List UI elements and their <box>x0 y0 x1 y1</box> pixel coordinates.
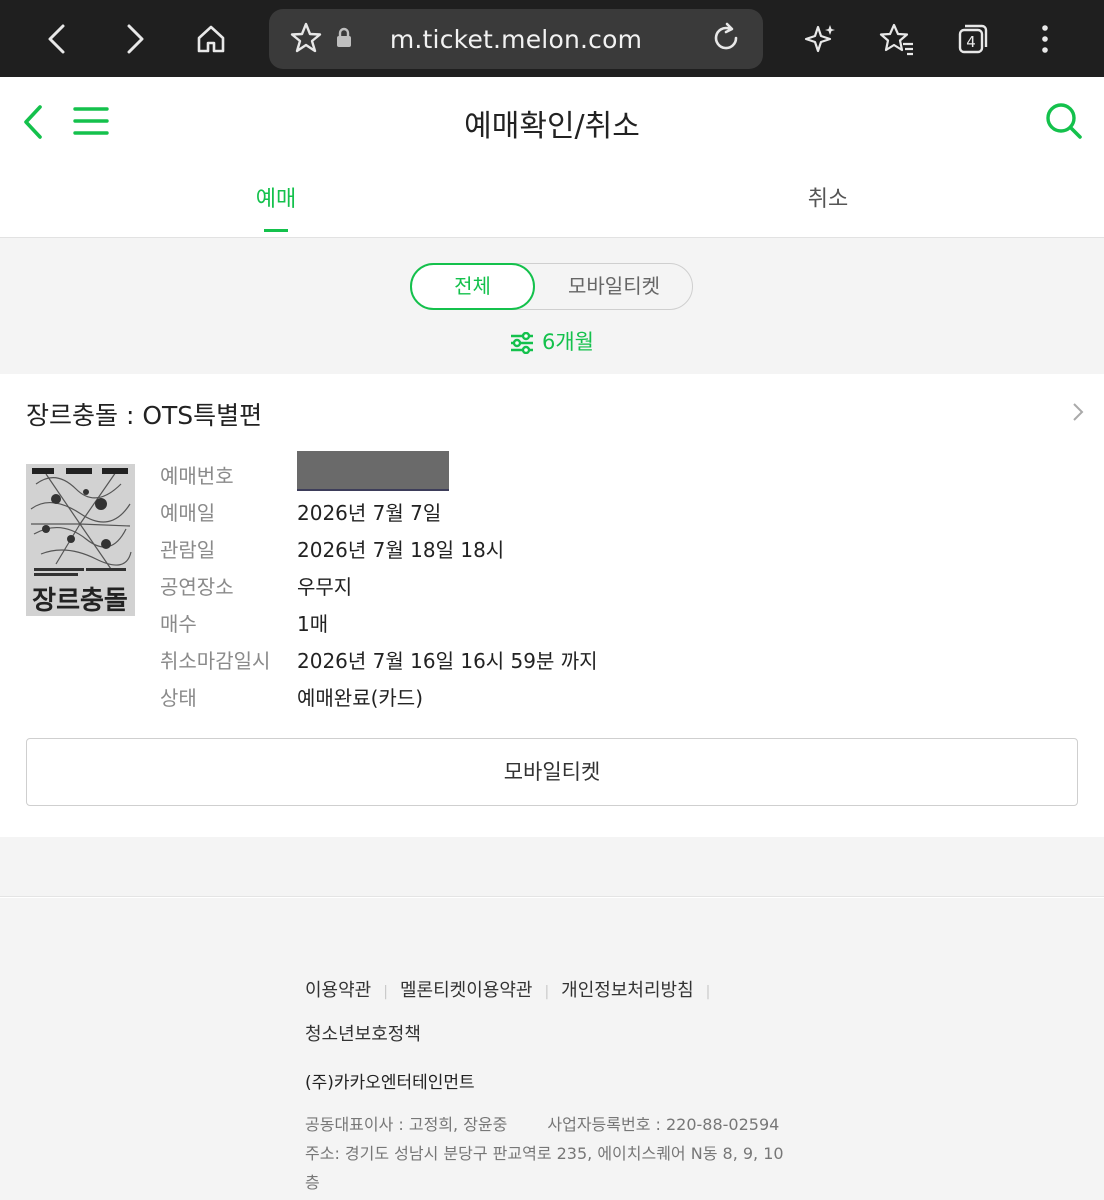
detail-row-venue: 공연장소 우무지 <box>160 567 598 604</box>
filter-sliders-icon <box>510 331 533 355</box>
footer-link-ticket-terms[interactable]: 멜론티켓이용약관 <box>400 980 532 1001</box>
filter-area: 전체 모바일티켓 6개월 <box>0 238 1104 374</box>
footer-link-privacy[interactable]: 개인정보처리방침 <box>561 980 693 1001</box>
booking-details: 예매번호 예매일 2026년 7월 7일 관람일 2026년 7월 18일 18… <box>160 450 598 715</box>
detail-label: 예매번호 <box>160 464 234 488</box>
tab-count: 4 <box>966 33 976 51</box>
page-title: 예매확인/취소 <box>464 109 640 144</box>
detail-row-cancel-deadline: 취소마감일시 2026년 7월 16일 16시 59분 까지 <box>160 641 598 678</box>
tab-cancel[interactable]: 취소 <box>552 181 1104 213</box>
tab-booking[interactable]: 예매 <box>0 181 552 232</box>
tab-booking-label: 예매 <box>255 187 297 212</box>
detail-label: 매수 <box>160 612 197 636</box>
detail-row-booking-date: 예매일 2026년 7월 7일 <box>160 493 598 530</box>
detail-row-quantity: 매수 1매 <box>160 604 598 641</box>
segment-all[interactable]: 전체 <box>410 263 535 310</box>
footer: 이용약관 | 멜론티켓이용약관 | 개인정보처리방침 | 청소년보호정책 (주)카카오엔터… <box>0 898 1104 1200</box>
booking-number-redacted <box>297 450 449 491</box>
detail-label: 상태 <box>160 686 197 710</box>
ticket-type-segment: 전체 모바일티켓 <box>410 263 693 310</box>
ceo-info: 공동대표이사 : 고정희, 장윤중 <box>305 1115 508 1134</box>
poster-title-text: 장르충돌 <box>32 586 128 616</box>
forward-arrow-icon[interactable] <box>110 14 160 64</box>
address-bar[interactable]: m.ticket.melon.com <box>269 9 763 69</box>
company-info: 공동대표이사 : 고정희, 장윤중 사업자등록번호 : 220-88-02594 … <box>305 1110 785 1197</box>
period-filter[interactable]: 6개월 <box>0 326 1104 356</box>
back-arrow-icon[interactable] <box>32 14 82 64</box>
footer-links: 이용약관 | 멜론티켓이용약관 | 개인정보처리방침 | <box>305 980 711 1001</box>
detail-label: 예매일 <box>160 501 216 525</box>
section-divider <box>0 837 1104 897</box>
performance-poster[interactable]: 장르충돌 <box>26 464 135 616</box>
detail-label: 공연장소 <box>160 575 234 599</box>
more-menu-icon[interactable] <box>1020 14 1070 64</box>
tab-cancel-label: 취소 <box>807 187 849 212</box>
footer-link-youth-policy[interactable]: 청소년보호정책 <box>305 1024 421 1045</box>
detail-value: 2026년 7월 16일 16시 59분 까지 <box>297 649 598 673</box>
chevron-right-icon[interactable] <box>1072 402 1084 426</box>
detail-row-status: 상태 예매완료(카드) <box>160 678 598 715</box>
detail-value: 우무지 <box>297 575 353 599</box>
company-address: 주소: 경기도 성남시 분당구 판교역로 235, 에이치스퀘어 N동 8, 9… <box>305 1144 784 1192</box>
sparkle-ai-icon[interactable] <box>796 14 846 64</box>
detail-value: 2026년 7월 7일 <box>297 501 442 525</box>
detail-row-view-date: 관람일 2026년 7월 18일 18시 <box>160 530 598 567</box>
active-tab-indicator <box>264 229 288 232</box>
detail-row-booking-number: 예매번호 <box>160 450 598 493</box>
performance-title[interactable]: 장르충돌 : OTS특별편 <box>26 396 262 432</box>
segment-mobile-ticket[interactable]: 모바일티켓 <box>535 264 693 309</box>
detail-label: 취소마감일시 <box>160 649 271 673</box>
footer-link-terms[interactable]: 이용약관 <box>305 980 371 1001</box>
business-number: 사업자등록번호 : 220-88-02594 <box>547 1115 780 1134</box>
detail-label: 관람일 <box>160 538 216 562</box>
reload-icon[interactable] <box>709 21 743 59</box>
url-text: m.ticket.melon.com <box>389 25 643 54</box>
search-icon[interactable] <box>1044 101 1084 145</box>
company-name: (주)카카오엔터테인먼트 <box>305 1073 475 1093</box>
footer-links-2: 청소년보호정책 <box>305 1020 421 1046</box>
tabs-icon[interactable]: 4 <box>948 14 998 64</box>
app-header: 예매확인/취소 <box>0 77 1104 167</box>
period-label: 6개월 <box>541 330 594 354</box>
booking-card: 장르충돌 : OTS특별편 장르충돌 예매번호 예매일 2026년 7월 7일 … <box>0 374 1104 837</box>
tab-bar: 예매 취소 <box>0 167 1104 238</box>
home-icon[interactable] <box>186 14 236 64</box>
mobile-ticket-button[interactable]: 모바일티켓 <box>26 738 1078 806</box>
bookmarks-list-icon[interactable] <box>872 14 922 64</box>
browser-toolbar: m.ticket.melon.com 4 <box>0 0 1104 77</box>
detail-value: 1매 <box>297 612 329 636</box>
detail-value: 2026년 7월 18일 18시 <box>297 538 505 562</box>
detail-value: 예매완료(카드) <box>297 686 424 710</box>
